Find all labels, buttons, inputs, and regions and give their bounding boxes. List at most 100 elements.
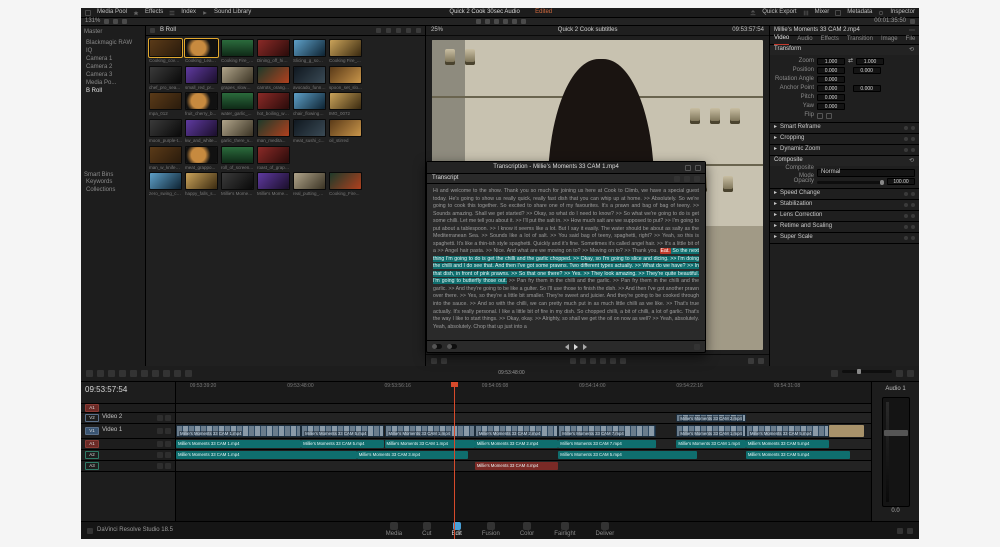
video-clip[interactable]: Millie's Moments 33 CAM 2.mp4 [475, 425, 558, 437]
media-thumbnail[interactable]: man_medita... [257, 119, 290, 144]
section-title[interactable]: Smart Reframe [780, 124, 821, 132]
audio-clip[interactable]: Millie's Moments 33 CAM 1.mp4 [385, 440, 475, 448]
mute-icon[interactable] [165, 463, 171, 469]
audio-clip[interactable]: Millie's Moments 33 CAM 5.mp4 [746, 440, 829, 448]
transcript-text[interactable]: Hi and welcome to the show. Thank you so… [433, 188, 699, 254]
media-thumbnail[interactable]: mpa_012 [149, 92, 182, 117]
ffwd-icon[interactable] [600, 358, 606, 364]
view-icon[interactable] [376, 28, 381, 33]
tool-icon[interactable] [521, 19, 526, 24]
next-icon[interactable] [610, 358, 616, 364]
audio-clip[interactable]: Millie's Moments 33 CAM 2.mp4 [475, 440, 558, 448]
mute-icon[interactable] [165, 415, 171, 421]
library-icon[interactable] [202, 10, 208, 16]
search-icon[interactable] [406, 28, 411, 33]
mute-icon[interactable] [165, 452, 171, 458]
audio-clip[interactable]: Millie's Moments 33 CAM 7.mp4 [558, 440, 655, 448]
bin-item[interactable]: Camera 3 [84, 72, 142, 80]
section-title[interactable]: Cropping [780, 135, 804, 143]
bin-item-selected[interactable]: B Roll [84, 88, 142, 96]
zoom-out-icon[interactable] [831, 370, 838, 377]
bin-item[interactable]: IQ [84, 48, 142, 56]
section-title[interactable]: Dynamic Zoom [780, 146, 820, 154]
snap-icon[interactable] [163, 370, 170, 377]
tab-image[interactable]: Image [881, 36, 898, 44]
solo-icon[interactable] [157, 463, 163, 469]
audio-clip[interactable]: Millie's Moments 33 CAM 3.mp4 [357, 451, 468, 459]
source-zoom-readout[interactable]: 131% [85, 18, 100, 26]
mark-out-icon[interactable] [441, 358, 447, 364]
metadata-icon[interactable] [835, 10, 841, 16]
follow-toggle[interactable] [432, 344, 442, 349]
tab-file[interactable]: File [906, 36, 916, 44]
audio-clip[interactable]: Millie's Moments 33 CAM 5.mp4 [746, 451, 850, 459]
reset-icon[interactable] [911, 137, 915, 141]
arrow-icon[interactable]: ▸ [774, 135, 777, 143]
arrow-icon[interactable]: ▸ [774, 212, 777, 220]
home-icon[interactable] [87, 528, 93, 534]
section-title[interactable]: Composite [774, 157, 803, 165]
channel-fader[interactable]: 0.0 [882, 397, 910, 507]
flag-icon[interactable] [185, 370, 192, 377]
sound-library-toggle[interactable]: Sound Library [214, 9, 251, 17]
view-icon[interactable] [386, 28, 391, 33]
zoom-y[interactable]: 1.000 [856, 58, 884, 65]
media-thumbnail[interactable]: Cooking_Fire... [329, 172, 362, 197]
anchor-x[interactable]: 0.000 [817, 85, 845, 92]
media-thumbnail[interactable]: real_putting_an... [293, 172, 326, 197]
media-pool-toggle[interactable]: Media Pool [97, 9, 127, 17]
media-thumbnail[interactable]: zero_swing_co... [149, 172, 182, 197]
options-icon[interactable] [694, 176, 700, 182]
reset-icon[interactable] [911, 148, 915, 152]
pointer-tool-icon[interactable] [86, 370, 93, 377]
reset-icon[interactable] [911, 126, 915, 130]
media-thumbnail[interactable]: Dining_off_him... [257, 39, 290, 64]
rew-icon[interactable] [580, 358, 586, 364]
page-media[interactable]: Media [386, 522, 402, 539]
reset-icon[interactable]: ⟲ [909, 158, 915, 164]
playhead[interactable] [454, 382, 455, 539]
arrow-icon[interactable]: ▸ [774, 234, 777, 242]
media-thumbnail[interactable]: Millie's Moment... [257, 172, 290, 197]
project-settings-icon[interactable] [897, 528, 903, 534]
blade-tool-icon[interactable] [97, 370, 104, 377]
mute-icon[interactable] [165, 428, 171, 434]
v1-tag[interactable]: V1 [85, 427, 99, 435]
bin-item[interactable]: Camera 2 [84, 64, 142, 72]
media-thumbnail[interactable]: Cooking Fire_C... [221, 39, 254, 64]
anchor-y[interactable]: 0.000 [853, 85, 881, 92]
tool-icon[interactable] [476, 19, 481, 24]
media-thumbnail[interactable]: oil_stirred [329, 119, 362, 144]
media-thumbnail[interactable]: roast_of_grapes... [257, 146, 290, 171]
media-thumbnail[interactable]: Cooking_Leave... [185, 39, 218, 64]
media-thumbnail[interactable]: Millie's Moment... [221, 172, 254, 197]
video-clip[interactable]: Millie's Moments 33 CAM 1.mp4 [176, 425, 301, 437]
view-options-icon[interactable] [907, 370, 914, 377]
insert-icon[interactable] [119, 370, 126, 377]
media-thumbnail[interactable]: carrots_orange... [257, 66, 290, 91]
mark-in-icon[interactable] [431, 358, 437, 364]
opacity-slider[interactable] [817, 181, 884, 184]
lane-v2[interactable]: Millie's Moments 33 CAM 2.mp4 [176, 413, 871, 424]
smart-bin-item[interactable]: Collections [84, 187, 142, 195]
v2-tag[interactable]: V2 [85, 414, 99, 422]
rotation[interactable]: 0.000 [817, 76, 845, 83]
smart-bin-item[interactable]: Keywords [84, 179, 142, 187]
video-clip[interactable]: Millie's Moments 33 CAM 5.mp4 [746, 425, 829, 437]
page-cut[interactable]: Cut [422, 522, 431, 539]
match-frame-icon[interactable] [748, 358, 754, 364]
lane-a1[interactable]: Millie's Moments 33 CAM 1.mp4 Millie's M… [176, 439, 871, 450]
transcript-text[interactable]: >> Pan fry them in the chilli and the ga… [433, 278, 699, 329]
solo-icon[interactable] [157, 452, 163, 458]
audio-clip[interactable]: Millie's Moments 33 CAM 1.mp4 [176, 440, 301, 448]
media-thumbnail[interactable]: grapes_slowmo... [221, 66, 254, 91]
opacity-value[interactable]: 100.00 [887, 178, 915, 185]
media-thumbnail[interactable]: meat_grappo... [185, 146, 218, 171]
media-thumbnail[interactable]: IMG_0072 [329, 92, 362, 117]
dest-a1-tag[interactable]: A1 [85, 404, 99, 412]
back-icon[interactable] [150, 28, 155, 33]
media-thumbnail[interactable]: spoon_set_slo... [329, 66, 362, 91]
link-icon[interactable]: ⇄ [848, 58, 853, 66]
section-title[interactable]: Speed Change [780, 190, 820, 198]
play-icon[interactable] [590, 358, 596, 364]
